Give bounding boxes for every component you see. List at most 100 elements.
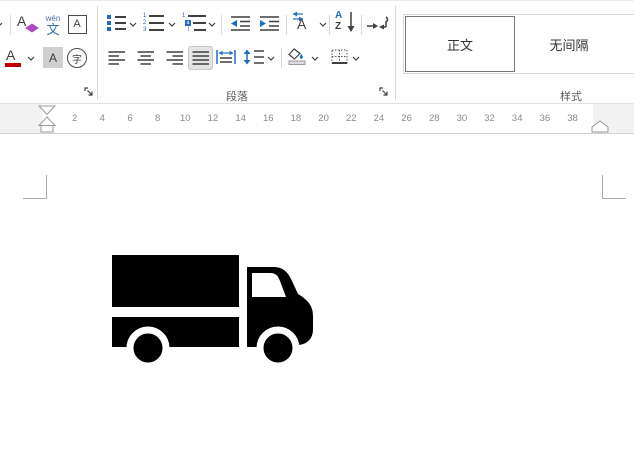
numbering-icon: 2 (143, 20, 164, 26)
bullets-button[interactable] (107, 14, 126, 32)
decrease-indent-button[interactable] (230, 15, 251, 31)
separator (10, 15, 11, 35)
align-left-button[interactable] (108, 51, 126, 65)
paragraph-group-label: 段落 (226, 91, 248, 103)
bullets-dropdown-caret[interactable] (129, 22, 137, 27)
margin-corner-topleft (46, 175, 47, 198)
separator (286, 15, 287, 35)
style-normal[interactable]: 正文 (405, 16, 515, 72)
align-right-button[interactable] (166, 51, 184, 65)
align-center-button[interactable] (137, 51, 155, 65)
ruler-number: 38 (567, 113, 578, 124)
right-indent-marker-icon (591, 120, 609, 133)
margin-corner-topright (602, 175, 603, 198)
distribute-text-icon (216, 50, 236, 64)
multilevel-list-button[interactable]: 1 a i (182, 13, 206, 33)
ruler-number: 36 (539, 113, 551, 124)
styles-gallery: 正文 无间隔 (403, 14, 634, 74)
borders-icon (331, 49, 348, 64)
phonetic-guide-icon: 文 (46, 21, 60, 37)
margin-corner-topright (602, 198, 626, 199)
align-left-icon (108, 51, 125, 65)
style-no-spacing-label: 无间隔 (549, 37, 589, 53)
ruler-number: 2 (72, 113, 78, 124)
ruler-number: 4 (99, 113, 105, 124)
ruler-number: 8 (154, 113, 161, 124)
truck-icon (112, 255, 313, 370)
multilevel-list-icon: i (182, 27, 206, 33)
line-spacing-icon (243, 49, 264, 65)
separator (281, 48, 282, 68)
asian-layout-dropdown-caret[interactable] (319, 22, 327, 27)
font-color-button[interactable]: A (2, 46, 24, 70)
ruler-number: 34 (511, 113, 523, 124)
ruler-number: 18 (290, 113, 302, 124)
ruler-number: 12 (207, 113, 219, 124)
font-color-dropdown-caret[interactable] (27, 56, 35, 61)
clipped-caret-icon (0, 22, 3, 27)
enclose-characters-icon: 字 (67, 48, 87, 68)
font-dialog-launcher[interactable] (83, 86, 95, 98)
ruler-number: 14 (235, 113, 246, 124)
justify-icon (192, 51, 209, 65)
character-border-icon: A (67, 14, 87, 34)
shading-button[interactable] (287, 47, 307, 66)
align-right-icon (166, 51, 183, 65)
line-spacing-dropdown-caret[interactable] (267, 56, 275, 61)
multilevel-dropdown-caret[interactable] (208, 22, 216, 27)
enclose-characters-button[interactable]: 字 (65, 46, 89, 70)
numbering-icon: 1 (143, 13, 164, 19)
paint-bucket-icon (288, 48, 306, 65)
increase-indent-button[interactable] (259, 15, 280, 31)
styles-group-label: 样式 (560, 91, 582, 103)
shading-dropdown-caret[interactable] (311, 56, 319, 61)
group-separator (395, 6, 396, 100)
numbering-dropdown-caret[interactable] (168, 22, 176, 27)
multilevel-list-icon: 1 (182, 13, 206, 19)
distribute-text-button[interactable] (216, 49, 236, 65)
ruler-numbers: 2 4 6 8 10 12 14 16 18 20 22 24 26 28 30 32 34 36 38 (0, 104, 634, 133)
indent-markers[interactable] (38, 105, 56, 133)
ruler-number: 32 (484, 113, 495, 124)
show-marks-button[interactable] (366, 14, 389, 32)
sort-button[interactable]: A Z (334, 11, 358, 35)
character-shading-icon: A (48, 50, 57, 65)
line-spacing-button[interactable] (243, 49, 265, 65)
borders-dropdown-caret[interactable] (352, 56, 360, 61)
right-indent-marker[interactable] (591, 120, 609, 133)
borders-button[interactable] (331, 49, 348, 65)
decrease-indent-icon (231, 16, 250, 31)
ruler-number: 10 (180, 113, 191, 124)
margin-corner-topleft (23, 198, 47, 199)
character-shading-button[interactable]: A (43, 47, 63, 68)
style-normal-label: 正文 (446, 37, 473, 53)
font-color-icon: A (6, 47, 16, 63)
asian-layout-letter: A (297, 16, 307, 32)
multilevel-list-icon: a (182, 20, 206, 26)
ruler-number: 30 (456, 113, 468, 124)
ruler-number: 20 (318, 113, 329, 124)
paragraph-dialog-launcher[interactable] (378, 86, 390, 98)
clear-formatting-button[interactable]: A (14, 11, 40, 37)
ribbon: A wén 文 A A A 字 1 2 3 1 a i A A Z 段落 正文 … (0, 0, 634, 104)
font-color-swatch (5, 63, 21, 67)
ruler-number: 24 (373, 113, 385, 124)
asian-layout-button[interactable]: A (290, 11, 318, 36)
style-no-spacing[interactable]: 无间隔 (516, 17, 622, 71)
numbering-button[interactable]: 1 2 3 (143, 13, 164, 33)
ruler-number: 16 (262, 113, 274, 124)
phonetic-guide-button[interactable]: wén 文 (41, 10, 65, 40)
ruler-number: 28 (428, 113, 440, 124)
justify-button[interactable] (188, 46, 213, 70)
separator (221, 15, 222, 35)
document-page[interactable] (0, 135, 634, 449)
character-border-button[interactable]: A (65, 12, 89, 36)
indent-markers-icon (38, 105, 56, 133)
numbering-icon: 3 (143, 27, 164, 33)
horizontal-ruler[interactable]: 2 4 6 8 10 12 14 16 18 20 22 24 26 28 30 32 34 36 38 (0, 104, 634, 134)
align-center-icon (137, 51, 154, 65)
sort-arrow-icon (347, 12, 355, 32)
increase-indent-icon (260, 16, 279, 31)
ruler-number: 22 (345, 113, 357, 124)
truck-image[interactable] (110, 250, 315, 372)
